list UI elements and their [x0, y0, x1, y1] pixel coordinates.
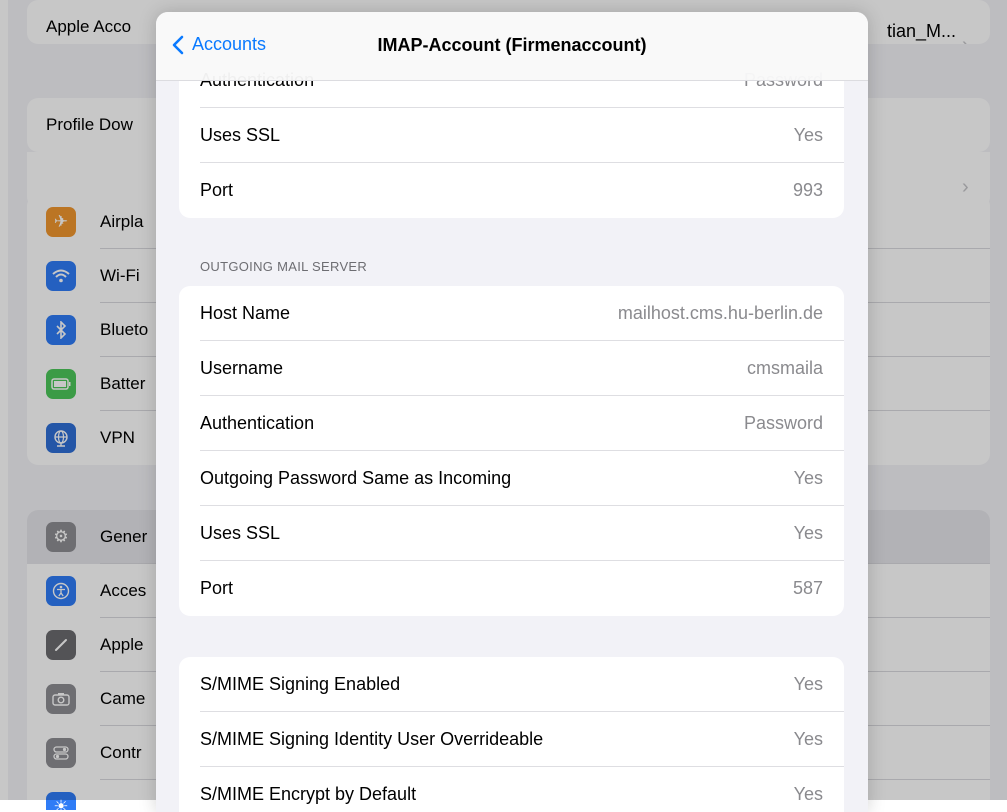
settings-row[interactable]: Authentication Password: [179, 396, 844, 451]
settings-row[interactable]: S/MIME Signing Identity User Overrideabl…: [179, 712, 844, 767]
row-value: Password: [743, 413, 823, 433]
row-key: Uses SSL: [200, 523, 281, 543]
row-key: S/MIME Signing Enabled: [200, 674, 401, 694]
row-value: Yes: [793, 674, 823, 694]
row-key: S/MIME Encrypt by Default: [200, 784, 417, 804]
outgoing-server-group: Host Name mailhost.cms.hu-berlin.de User…: [179, 286, 844, 616]
row-key: Host Name: [200, 303, 291, 323]
row-key: Username: [200, 358, 284, 378]
account-detail-sheet: Authentication Password Uses SSL Yes Por…: [156, 12, 868, 812]
row-key: Port: [200, 180, 234, 200]
row-key: Port: [200, 578, 234, 598]
row-value: cmsmaila: [746, 358, 823, 378]
settings-row[interactable]: Uses SSL Yes: [179, 108, 844, 163]
row-key: Authentication: [200, 413, 315, 433]
settings-row[interactable]: Host Name mailhost.cms.hu-berlin.de: [179, 286, 844, 341]
settings-row[interactable]: S/MIME Signing Enabled Yes: [179, 657, 844, 712]
row-value: Yes: [793, 784, 823, 804]
row-key: Outgoing Password Same as Incoming: [200, 468, 512, 488]
settings-row[interactable]: S/MIME Encrypt by Default Yes: [179, 767, 844, 812]
row-value: Yes: [793, 729, 823, 749]
settings-row[interactable]: Uses SSL Yes: [179, 506, 844, 561]
row-value: mailhost.cms.hu-berlin.de: [617, 303, 823, 323]
row-key: S/MIME Signing Identity User Overrideabl…: [200, 729, 544, 749]
outgoing-section-header: OUTGOING MAIL SERVER: [200, 259, 368, 274]
sheet-scroll-content[interactable]: Authentication Password Uses SSL Yes Por…: [156, 12, 868, 812]
settings-row[interactable]: Port 993: [179, 163, 844, 218]
row-value: Yes: [793, 125, 823, 145]
row-value: Yes: [793, 468, 823, 488]
settings-row[interactable]: Port 587: [179, 561, 844, 616]
settings-row[interactable]: Outgoing Password Same as Incoming Yes: [179, 451, 844, 506]
row-value: 587: [792, 578, 823, 598]
page-title: IMAP-Account (Firmenaccount): [377, 35, 647, 55]
smime-group: S/MIME Signing Enabled Yes S/MIME Signin…: [179, 657, 844, 812]
row-key: Uses SSL: [200, 125, 281, 145]
row-value: 993: [792, 180, 823, 200]
navigation-bar: Accounts IMAP-Account (Firmenaccount): [156, 12, 868, 81]
settings-row[interactable]: Username cmsmaila: [179, 341, 844, 396]
row-value: Yes: [793, 523, 823, 543]
